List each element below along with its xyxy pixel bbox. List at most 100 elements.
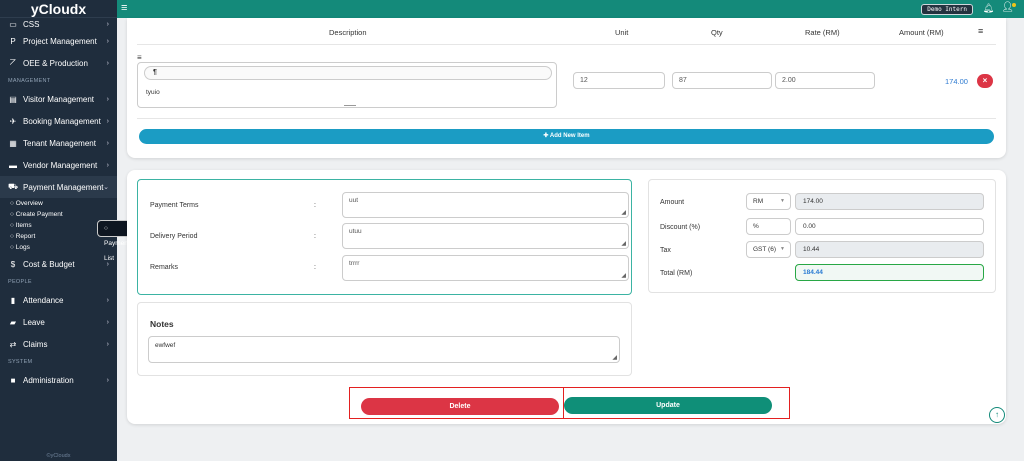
chevron-right-icon: ›	[106, 376, 109, 384]
section-people: PEOPLE	[8, 279, 32, 285]
section-system: SYSTEM	[8, 359, 33, 365]
sidebar-item-attendance[interactable]: ▮ Attendance ›	[0, 289, 117, 311]
remarks-label: Remarks	[150, 264, 179, 271]
sidebar-item-label: Booking Management	[23, 116, 101, 126]
submenu-label: Items	[15, 222, 32, 229]
sidebar-footer: ©yCloudx	[46, 453, 71, 459]
unit-input[interactable]: 12	[573, 72, 665, 89]
building-icon: ▦	[9, 138, 17, 148]
chevron-right-icon: ›	[106, 59, 109, 67]
chart-line-icon: ⦢	[9, 58, 17, 67]
notes-title: Notes	[150, 319, 174, 329]
sidebar-item-visitor-management[interactable]: ▤ Visitor Management ›	[0, 88, 117, 110]
resize-grip-icon[interactable]: ◢	[621, 240, 626, 247]
notes-textarea[interactable]: ewfwef ◢	[148, 336, 620, 363]
sidebar-item-project-management[interactable]: P Project Management ›	[0, 30, 117, 52]
amount-field: 174.00	[795, 193, 984, 210]
hamburger-menu-icon[interactable]: ≡	[121, 2, 127, 14]
payment-terms-label: Payment Terms	[150, 202, 199, 209]
payment-terms-textarea[interactable]: uut ◢	[342, 192, 629, 218]
sidebar-item-tenant-management[interactable]: ▦ Tenant Management ›	[0, 132, 117, 154]
rate-input[interactable]: 2.00	[775, 72, 875, 89]
chevron-down-icon: ⌄	[103, 184, 109, 191]
chevron-right-icon: ›	[106, 318, 109, 326]
add-item-label: Add New Item	[549, 133, 590, 139]
sidebar-item-booking-management[interactable]: ✈ Booking Management ›	[0, 110, 117, 132]
sidebar-item-cost-budget[interactable]: $ Cost & Budget ›	[0, 253, 117, 275]
editor-menu-icon[interactable]: ≡	[137, 53, 142, 62]
highlight-box-update	[563, 387, 790, 419]
id-card-icon: ▤	[9, 94, 17, 104]
currency-select[interactable]: RM ▼	[746, 193, 791, 210]
sidebar-item-css[interactable]: ▭ CSS ›	[0, 18, 117, 30]
chevron-right-icon: ›	[106, 139, 109, 147]
column-header-rate: Rate (RM)	[805, 28, 840, 37]
payment-details-card: Payment Terms : uut ◢ Delivery Period : u…	[127, 170, 1006, 424]
sidebar-item-oee-production[interactable]: ⦢ OEE & Production ›	[0, 52, 117, 74]
discount-label: Discount (%)	[660, 224, 701, 231]
dollar-icon: $	[10, 259, 16, 269]
sidebar-item-vendor-management[interactable]: ▬ Vendor Management ›	[0, 154, 117, 176]
colon: :	[314, 233, 316, 240]
resize-grip-icon[interactable]: ◢	[612, 354, 617, 361]
discount-input[interactable]: 0.00	[795, 218, 984, 235]
resize-grip-icon[interactable]: ◢	[621, 272, 626, 279]
colon: :	[314, 264, 316, 271]
clipboard-icon: ▮	[10, 295, 16, 305]
resize-grip-icon[interactable]: ◢	[621, 209, 626, 216]
highlight-box-delete	[349, 387, 564, 419]
caret-down-icon: ▼	[780, 246, 785, 252]
resize-handle[interactable]	[344, 105, 356, 106]
plane-icon: ✈	[9, 116, 17, 126]
submenu-label: Create Payment	[15, 211, 63, 218]
remove-row-button[interactable]: ×	[977, 74, 993, 88]
submenu-logs[interactable]: ○ Logs	[0, 242, 117, 253]
tax-select[interactable]: GST (6) ▼	[746, 241, 791, 258]
sidebar-item-label: OEE & Production	[23, 58, 88, 68]
tax-type-value: GST (6)	[753, 246, 776, 253]
submenu-label: Logs	[15, 244, 30, 251]
column-header-qty: Qty	[711, 28, 723, 37]
colon: :	[314, 202, 316, 209]
total-field: 184.44	[795, 264, 984, 281]
scroll-to-top-button[interactable]: ↑	[989, 407, 1005, 423]
submenu-create-payment[interactable]: ○ Create Payment	[0, 209, 117, 220]
discount-unit: %	[746, 218, 791, 235]
bell-icon[interactable]: 🔔︎	[983, 3, 994, 14]
project-icon: P	[10, 36, 16, 46]
sidebar-item-label: Leave	[23, 317, 45, 327]
submenu-label: Overview	[15, 200, 43, 207]
remarks-value: trrrr	[349, 260, 360, 267]
sidebar: yCloudx ▭ CSS › P Project Management › ⦢…	[0, 0, 137, 461]
remarks-textarea[interactable]: trrrr ◢	[342, 255, 629, 281]
delivery-period-label: Delivery Period	[150, 233, 198, 240]
sidebar-item-label: Attendance	[23, 295, 64, 305]
brand-logo[interactable]: yCloudx	[0, 0, 117, 18]
notes-panel: Notes ewfwef ◢	[137, 302, 632, 376]
column-menu-icon[interactable]: ≡	[978, 26, 983, 36]
description-editor[interactable]: ¶ tyuio	[137, 62, 557, 108]
add-new-item-button[interactable]: ✚ Add New Item	[139, 129, 994, 144]
column-header-amount: Amount (RM)	[899, 28, 944, 37]
description-text[interactable]: tyuio	[146, 89, 160, 96]
delivery-period-textarea[interactable]: utuu ◢	[342, 223, 629, 249]
divider	[137, 44, 996, 45]
sidebar-item-claims[interactable]: ⇄ Claims ›	[0, 333, 117, 355]
tax-field: 10.44	[795, 241, 984, 258]
sidebar-item-administration[interactable]: ■ Administration ›	[0, 369, 117, 391]
submenu-overview[interactable]: ○ Overview	[0, 198, 117, 209]
qty-input[interactable]: 87	[672, 72, 772, 89]
editor-toolbar: ¶	[144, 66, 552, 80]
currency-value: RM	[753, 198, 764, 205]
sidebar-item-label: Vendor Management	[23, 160, 98, 170]
divider	[137, 118, 996, 119]
sidebar-item-leave[interactable]: ▰ Leave ›	[0, 311, 117, 333]
chevron-right-icon: ›	[106, 161, 109, 169]
sidebar-item-label: Cost & Budget	[23, 259, 75, 269]
column-header-unit: Unit	[615, 28, 629, 37]
briefcase-icon: ▰	[9, 317, 17, 327]
user-role-badge: Demo Intern	[921, 4, 973, 15]
paragraph-icon[interactable]: ¶	[153, 69, 157, 76]
notification-dot	[1012, 3, 1016, 7]
sidebar-item-payment-management[interactable]: ⛟ Payment Management ⌄	[0, 176, 117, 198]
